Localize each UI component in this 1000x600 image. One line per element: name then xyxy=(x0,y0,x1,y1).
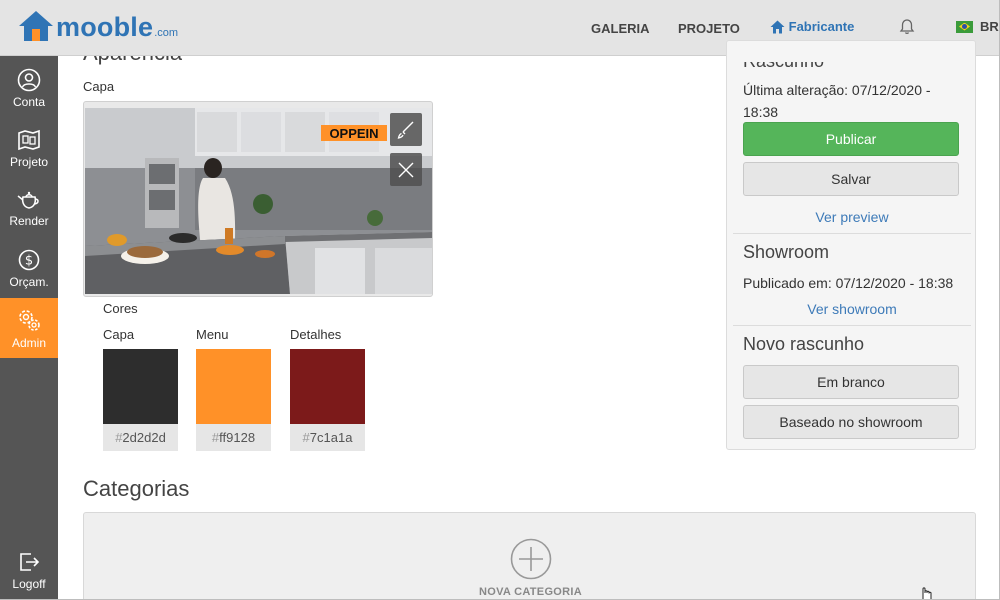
sidebar: Conta Projeto Render $ Orçam. Admin Logo… xyxy=(0,56,58,600)
color-label-menu: Menu xyxy=(196,327,229,342)
close-icon xyxy=(398,162,414,177)
logout-icon xyxy=(20,552,40,571)
nav-galeria[interactable]: GALERIA xyxy=(591,0,650,56)
swatch-hex-value: 2d2d2d xyxy=(122,430,166,445)
notifications-button[interactable] xyxy=(899,18,915,41)
publicar-button[interactable]: Publicar xyxy=(743,122,959,156)
gear-icon xyxy=(19,309,40,331)
color-swatch-menu[interactable]: # ff9128 xyxy=(196,349,271,451)
dollar-icon: $ xyxy=(18,249,40,270)
sidebar-item-label: Conta xyxy=(12,94,46,109)
sidebar-item-orcamento[interactable]: $ Orçam. xyxy=(0,238,58,298)
swatch-hex-input[interactable]: #2d2d2d xyxy=(103,424,178,451)
nova-categoria-button[interactable]: NOVA CATEGORIA xyxy=(83,512,976,600)
sidebar-item-label: Render xyxy=(9,213,49,228)
svg-text:$: $ xyxy=(25,253,33,268)
color-label-detalhes: Detalhes xyxy=(290,327,342,342)
sidebar-item-projeto[interactable]: Projeto xyxy=(0,118,58,178)
categorias-title: Categorias xyxy=(83,476,190,501)
salvar-button[interactable]: Salvar xyxy=(743,162,959,196)
color-swatch-detalhes[interactable]: #7c1a1a xyxy=(290,349,365,451)
swatch-hex-input[interactable]: #7c1a1a xyxy=(290,424,365,451)
edit-cover-button[interactable] xyxy=(390,113,422,146)
bell-icon xyxy=(899,19,915,34)
swatch-hex-value: ff9128 xyxy=(219,430,256,445)
plus-circle-icon xyxy=(510,538,552,580)
remove-cover-button[interactable] xyxy=(390,153,422,186)
nav-fabricante-label: Fabricante xyxy=(788,19,855,34)
divider xyxy=(733,233,971,234)
swatch-color-fill[interactable] xyxy=(290,349,365,424)
ver-preview-link[interactable]: Ver preview xyxy=(727,209,975,225)
sidebar-item-logoff[interactable]: Logoff xyxy=(0,540,58,600)
novo-rascunho-title: Novo rascunho xyxy=(743,334,865,354)
swatch-hex-input[interactable]: # ff9128 xyxy=(196,424,271,451)
swatch-color-fill[interactable] xyxy=(103,349,178,424)
cover-brand-text: OPPEIN xyxy=(329,126,378,141)
language-label: BR xyxy=(980,19,999,34)
swatch-hex-value: 7c1a1a xyxy=(309,430,353,445)
logo-suffix: .com xyxy=(154,27,179,39)
rascunho-title: Rascunho xyxy=(743,51,825,71)
publish-panel: Rascunho Última alteração: 07/12/2020 - … xyxy=(726,40,976,450)
sidebar-item-label: Orçam. xyxy=(9,274,49,289)
hand-cursor-icon xyxy=(922,587,932,599)
brazil-flag-icon xyxy=(956,20,973,33)
color-label-capa: Capa xyxy=(103,327,135,342)
divider xyxy=(733,325,971,326)
em-branco-button[interactable]: Em branco xyxy=(743,365,959,399)
mooble-logo[interactable]: mooble .com xyxy=(18,10,178,42)
showroom-title: Showroom xyxy=(743,242,830,262)
nova-categoria-label: NOVA CATEGORIA xyxy=(479,586,582,598)
sidebar-item-label: Logoff xyxy=(12,576,46,591)
cover-image-card: OPPEIN xyxy=(83,101,433,297)
publicado-em-text: Publicado em: 07/12/2020 - 18:38 xyxy=(743,275,954,291)
sidebar-item-label: Projeto xyxy=(9,154,49,169)
cores-label: Cores xyxy=(103,301,138,316)
swatch-color-fill[interactable] xyxy=(196,349,271,424)
baseado-showroom-button[interactable]: Baseado no showroom xyxy=(743,405,959,439)
sidebar-item-render[interactable]: Render xyxy=(0,178,58,238)
sidebar-item-label: Admin xyxy=(11,335,46,350)
kitchen-photo: OPPEIN xyxy=(85,108,432,294)
nav-galeria-label: GALERIA xyxy=(591,20,650,36)
user-icon xyxy=(17,68,41,91)
sidebar-item-conta[interactable]: Conta xyxy=(0,58,58,118)
color-swatch-capa[interactable]: #2d2d2d xyxy=(103,349,178,451)
house-logo-icon xyxy=(19,11,53,41)
teapot-icon xyxy=(17,191,39,209)
home-icon xyxy=(770,20,785,33)
sidebar-item-admin[interactable]: Admin xyxy=(0,298,58,358)
ver-showroom-link[interactable]: Ver showroom xyxy=(727,301,975,317)
logo-text: mooble xyxy=(56,12,154,42)
brush-icon xyxy=(397,121,414,139)
capa-label: Capa xyxy=(83,79,115,94)
nav-projeto-label: PROJETO xyxy=(678,20,740,36)
language-selector[interactable]: BR xyxy=(956,19,999,34)
ultima-alteracao-text: Última alteração: 07/12/2020 - 18:38 xyxy=(743,82,931,120)
blueprint-icon xyxy=(18,129,40,150)
cover-photo: OPPEIN xyxy=(85,108,432,294)
